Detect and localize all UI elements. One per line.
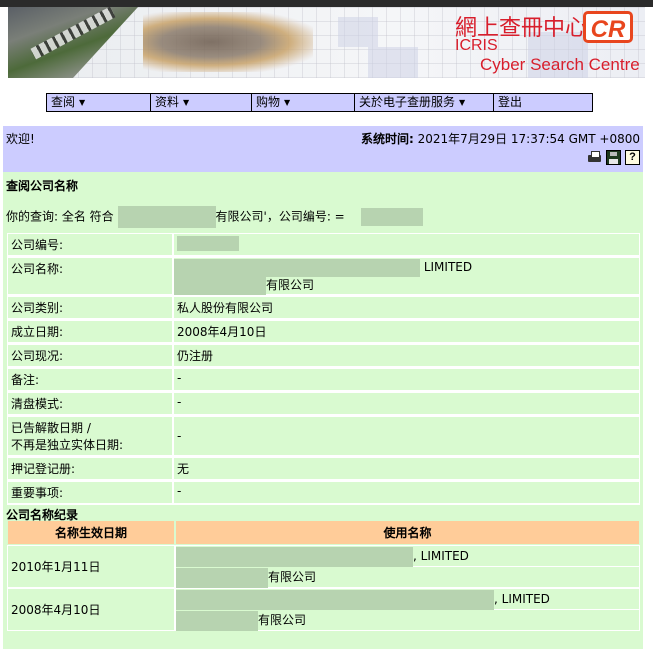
row-value: -: [174, 482, 639, 504]
search-query: 你的查询: 全名 符合 有限公司'，公司编号: =: [6, 206, 423, 228]
table-row: 公司类别: 私人股份有限公司: [8, 297, 639, 319]
row-label: 已告解散日期 / 不再是独立实体日期:: [8, 417, 172, 456]
row-value: 2008年4月10日: [174, 321, 639, 343]
table-row: 押记登记册: 无: [8, 458, 639, 480]
row-value: -: [174, 369, 639, 391]
row-value: [174, 234, 639, 256]
menu-label: 资料: [155, 95, 180, 109]
redacted-name: [117, 206, 216, 228]
menu-label: 登出: [498, 95, 523, 109]
caret-down-icon: ▼: [459, 98, 466, 107]
menu-shopping[interactable]: 购物 ▼: [252, 94, 355, 111]
help-icon[interactable]: ?: [625, 150, 640, 165]
table-row: 2010年1月11日 , LIMITED 有限公司: [8, 546, 639, 588]
table-row: 已告解散日期 / 不再是独立实体日期: -: [8, 417, 639, 456]
banner-photo-harbour: [8, 7, 138, 78]
column-header-date: 名称生效日期: [8, 521, 174, 544]
menu-about-service[interactable]: 关於电子查册服务 ▼: [355, 94, 494, 111]
banner-decor: [368, 47, 418, 78]
row-value: -: [174, 417, 639, 456]
logo-icris: ICRIS: [455, 37, 498, 54]
row-label: 押记登记册:: [8, 458, 172, 480]
name-en: , LIMITED: [494, 592, 550, 606]
redacted-name: [176, 610, 258, 631]
menu-information[interactable]: 资料 ▼: [151, 94, 252, 111]
content-panel: 查阅公司名称 你的查询: 全名 符合 有限公司'，公司编号: = 公司编号: 公…: [3, 172, 643, 649]
row-value: 无: [174, 458, 639, 480]
redacted-name: [174, 276, 266, 295]
row-label: 清盘模式:: [8, 393, 172, 415]
menu-label: 购物: [256, 95, 281, 109]
menu-label: 查阅: [51, 95, 76, 109]
row-value: 仍注册: [174, 345, 639, 367]
caret-down-icon: ▼: [284, 98, 291, 107]
redacted-name: [174, 258, 420, 277]
system-time: 系统时间: 2021年7月29日 17:37:54 GMT +0800: [361, 130, 640, 147]
row-label: 公司名称:: [8, 258, 172, 295]
welcome-bar: 欢迎! 系统时间: 2021年7月29日 17:37:54 GMT +0800 …: [3, 126, 643, 172]
row-label: 公司类别:: [8, 297, 172, 319]
main-menu: 查阅 ▼ 资料 ▼ 购物 ▼ 关於电子查册服务 ▼ 登出: [46, 93, 593, 112]
table-row: 2008年4月10日 , LIMITED 有限公司: [8, 589, 639, 631]
used-name: , LIMITED 有限公司: [176, 546, 639, 588]
label-line: 不再是独立实体日期:: [11, 438, 124, 452]
row-label: 公司编号:: [8, 234, 172, 256]
table-row: 公司名称: LIMITED 有限公司: [8, 258, 639, 295]
redacted-name: [176, 546, 413, 567]
system-time-label: 系统时间:: [361, 132, 414, 146]
company-info-table: 公司编号: 公司名称: LIMITED 有限公司 公司类别: 私人股份有限公司 …: [6, 232, 641, 506]
table-row: 成立日期: 2008年4月10日: [8, 321, 639, 343]
company-name-en: LIMITED: [423, 260, 473, 274]
company-name-cn: 有限公司: [266, 278, 315, 292]
menu-label: 关於电子查册服务: [359, 95, 456, 109]
row-label: 成立日期:: [8, 321, 172, 343]
caret-down-icon: ▼: [79, 98, 86, 107]
cr-logo: CR: [583, 11, 633, 43]
logo-cyber-search-centre: Cyber Search Centre: [480, 55, 640, 74]
save-icon[interactable]: [606, 150, 621, 165]
caret-down-icon: ▼: [183, 98, 190, 107]
name-en: , LIMITED: [413, 549, 469, 563]
print-icon[interactable]: [587, 150, 602, 165]
redacted-number: [360, 208, 423, 226]
page-tools: ?: [587, 150, 640, 165]
redacted-number: [177, 236, 239, 251]
effective-date: 2008年4月10日: [8, 589, 174, 630]
table-row: 公司编号:: [8, 234, 639, 256]
query-suffix: 有限公司'，公司编号: =: [215, 209, 345, 224]
redacted-name: [176, 567, 268, 588]
system-time-value: 2021年7月29日 17:37:54 GMT +0800: [417, 132, 640, 146]
row-value: LIMITED 有限公司: [174, 258, 639, 295]
row-label: 备注:: [8, 369, 172, 391]
menu-logout[interactable]: 登出: [494, 94, 592, 111]
label-line: 已告解散日期 /: [11, 421, 91, 435]
table-row: 清盘模式: -: [8, 393, 639, 415]
welcome-text: 欢迎!: [6, 132, 35, 146]
row-value: 私人股份有限公司: [174, 297, 639, 319]
name-history-table: 名称生效日期 使用名称 2010年1月11日 , LIMITED 有限公司 20…: [6, 519, 641, 632]
table-header-row: 名称生效日期 使用名称: [8, 521, 639, 544]
effective-date: 2010年1月11日: [8, 546, 174, 587]
menu-search[interactable]: 查阅 ▼: [47, 94, 151, 111]
table-row: 公司现况: 仍注册: [8, 345, 639, 367]
used-name: , LIMITED 有限公司: [176, 589, 639, 631]
top-bar: [0, 0, 653, 7]
row-value: -: [174, 393, 639, 415]
table-row: 备注: -: [8, 369, 639, 391]
banner-decor: [338, 17, 378, 47]
row-label: 公司现况:: [8, 345, 172, 367]
table-row: 重要事项: -: [8, 482, 639, 504]
redacted-name: [176, 589, 494, 610]
name-cn: 有限公司: [258, 613, 307, 627]
column-header-name: 使用名称: [176, 521, 639, 544]
query-prefix: 你的查询: 全名 符合: [6, 209, 114, 224]
banner-photo-collage: [143, 12, 313, 72]
row-label: 重要事项:: [8, 482, 172, 504]
name-cn: 有限公司: [268, 570, 317, 584]
icris-banner: 網上查冊中心 CR ICRIS Cyber Search Centre: [8, 7, 645, 78]
search-title: 查阅公司名称: [6, 179, 79, 193]
